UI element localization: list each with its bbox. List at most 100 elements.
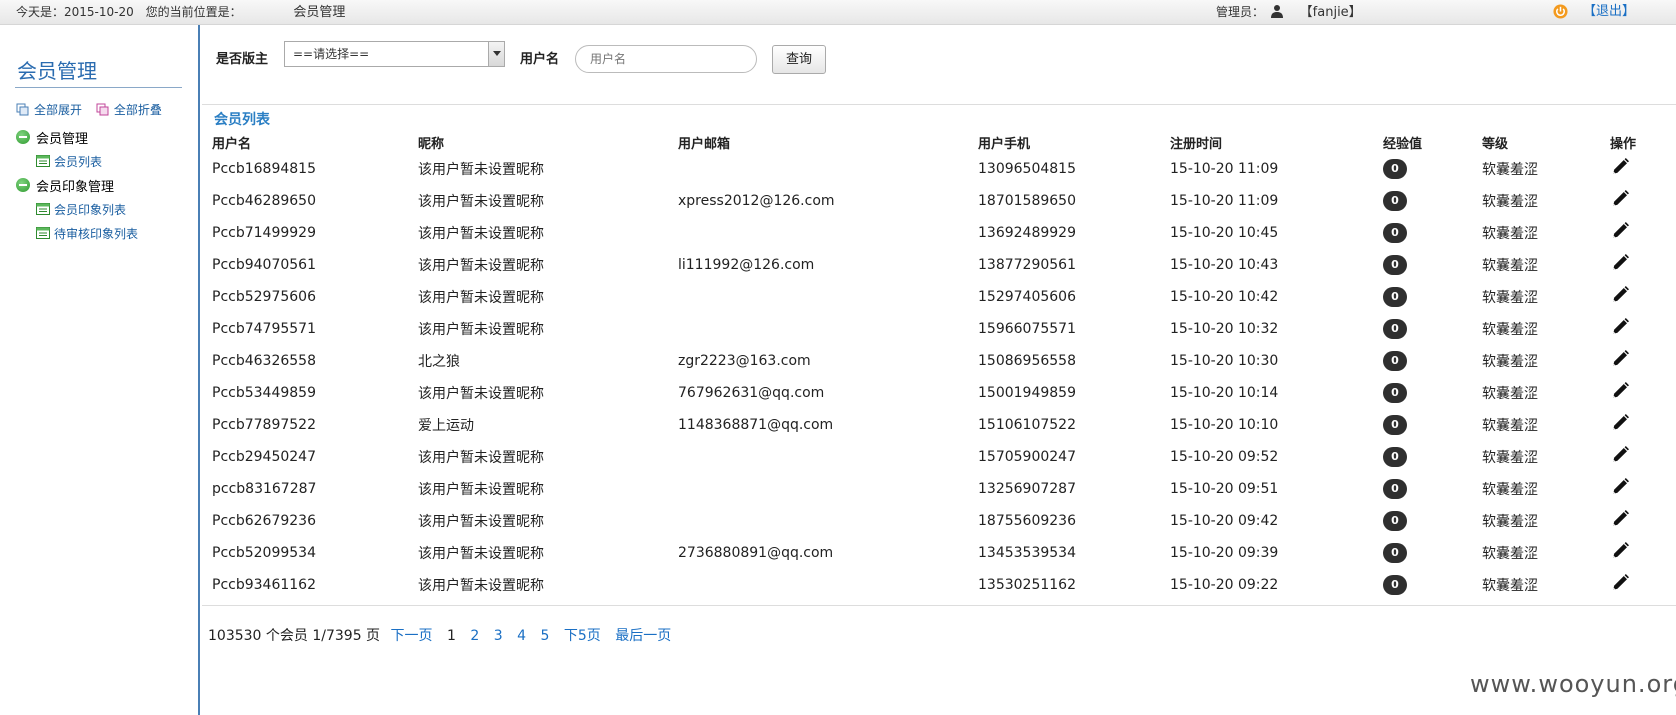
sidebar-item-member-list[interactable]: 会员列表	[36, 149, 138, 173]
edit-pencil-icon[interactable]	[1610, 189, 1630, 209]
page-link-3[interactable]: 3	[494, 628, 503, 644]
query-button[interactable]: 查询	[772, 45, 826, 74]
collapse-all-button[interactable]: 全部折叠	[96, 101, 162, 118]
level-cell: 软囊羞涩	[1482, 386, 1538, 402]
email-cell	[678, 313, 978, 345]
nickname-cell: 该用户暂未设置昵称	[418, 546, 544, 562]
column-header: 等级	[1482, 136, 1509, 152]
edit-pencil-icon[interactable]	[1610, 413, 1630, 433]
expand-all-button[interactable]: 全部展开	[16, 101, 82, 118]
table-row: Pccb52099534 该用户暂未设置昵称 2736880891@qq.com 13…	[212, 537, 1670, 569]
edit-pencil-icon[interactable]	[1610, 221, 1630, 241]
action-cell	[1610, 473, 1670, 505]
email-cell: 1148368871@qq.com	[678, 417, 834, 433]
experience-badge: 0	[1383, 415, 1407, 435]
experience-badge: 0	[1383, 287, 1407, 307]
chevron-down-icon[interactable]	[488, 42, 504, 66]
phone-cell: 15966075571	[978, 321, 1076, 337]
tree-node-label: 会员管理	[36, 131, 89, 147]
register-time-cell: 15-10-20 10:45	[1170, 225, 1279, 241]
moderator-select[interactable]: ==请选择==	[284, 41, 505, 67]
tree-node-member-management[interactable]: 会员管理	[16, 125, 138, 149]
username-label: 用户名	[520, 52, 560, 67]
sidebar: 会员管理 全部展开 全部折叠 会员管理 会员列表 会员印象管理 会员印象列表 待…	[0, 25, 200, 715]
experience-cell: 0	[1383, 249, 1482, 281]
experience-badge: 0	[1383, 575, 1407, 595]
logout-link[interactable]: 【退出】	[1583, 0, 1635, 24]
username-cell: Pccb74795571	[212, 321, 316, 337]
expand-all-icon	[16, 103, 29, 115]
action-cell	[1610, 281, 1670, 313]
level-cell: 软囊羞涩	[1482, 354, 1538, 370]
register-time-cell: 15-10-20 09:52	[1170, 449, 1279, 465]
nickname-cell: 该用户暂未设置昵称	[418, 386, 544, 402]
column-header: 经验值	[1383, 136, 1423, 152]
nickname-cell: 该用户暂未设置昵称	[418, 450, 544, 466]
table-row: Pccb71499929 该用户暂未设置昵称 13692489929 15-10-20…	[212, 217, 1670, 249]
next-page-link[interactable]: 下一页	[391, 628, 433, 644]
edit-pencil-icon[interactable]	[1610, 477, 1630, 497]
register-time-cell: 15-10-20 10:14	[1170, 385, 1279, 401]
edit-pencil-icon[interactable]	[1610, 381, 1630, 401]
nickname-cell: 该用户暂未设置昵称	[418, 258, 544, 274]
register-time-cell: 15-10-20 09:51	[1170, 481, 1279, 497]
edit-pencil-icon[interactable]	[1610, 573, 1630, 593]
column-header: 用户邮箱	[678, 136, 731, 152]
username-cell: Pccb52975606	[212, 289, 316, 305]
edit-pencil-icon[interactable]	[1610, 349, 1630, 369]
next-5-pages-link[interactable]: 下5页	[564, 628, 601, 644]
nickname-cell: 该用户暂未设置昵称	[418, 226, 544, 242]
column-header: 用户名	[212, 136, 252, 152]
username-cell: Pccb46289650	[212, 193, 316, 209]
edit-pencil-icon[interactable]	[1610, 317, 1630, 337]
edit-pencil-icon[interactable]	[1610, 509, 1630, 529]
tree-node-impression-management[interactable]: 会员印象管理	[16, 173, 138, 197]
power-icon[interactable]	[1553, 4, 1568, 19]
table-row: Pccb77897522 爱上运动 1148368871@qq.com 1510610…	[212, 409, 1670, 441]
nickname-cell: 该用户暂未设置昵称	[418, 290, 544, 306]
sidebar-item-pending-impression-list[interactable]: 待审核印象列表	[36, 221, 138, 245]
tree-node-label: 会员印象管理	[36, 179, 115, 195]
column-header: 用户手机	[978, 136, 1031, 152]
edit-pencil-icon[interactable]	[1610, 253, 1630, 273]
filter-bar: 是否版主 ==请选择== 用户名 查询	[202, 25, 1676, 105]
page-link-5[interactable]: 5	[540, 628, 549, 644]
collapse-all-label: 全部折叠	[113, 103, 162, 117]
list-page-icon	[36, 227, 50, 239]
page-link-4[interactable]: 4	[517, 628, 526, 644]
phone-cell: 15106107522	[978, 417, 1076, 433]
member-table: 用户名 昵称 用户邮箱 用户手机 注册时间 经验值 等级 操作 Pccb16894815 该用户…	[212, 131, 1670, 601]
action-cell	[1610, 185, 1670, 217]
watermark: www.wooyun.org	[1470, 670, 1676, 698]
edit-pencil-icon[interactable]	[1610, 445, 1630, 465]
table-row: Pccb52975606 该用户暂未设置昵称 15297405606 15-10-20…	[212, 281, 1670, 313]
phone-cell: 15705900247	[978, 449, 1076, 465]
level-cell: 软囊羞涩	[1482, 418, 1538, 434]
edit-pencil-icon[interactable]	[1610, 285, 1630, 305]
email-cell: 767962631@qq.com	[678, 385, 825, 401]
experience-cell: 0	[1383, 153, 1482, 185]
phone-cell: 13530251162	[978, 577, 1076, 593]
table-bottom-divider	[202, 605, 1676, 606]
admin-name: 【fanjie】	[1299, 5, 1362, 20]
username-input[interactable]	[575, 45, 757, 73]
register-time-cell: 15-10-20 09:39	[1170, 545, 1279, 561]
last-page-link[interactable]: 最后一页	[615, 628, 671, 644]
edit-pencil-icon[interactable]	[1610, 541, 1630, 561]
nickname-cell: 该用户暂未设置昵称	[418, 162, 544, 178]
level-cell: 软囊羞涩	[1482, 450, 1538, 466]
table-header-row: 用户名 昵称 用户邮箱 用户手机 注册时间 经验值 等级 操作	[212, 131, 1670, 153]
sidebar-item-label: 会员列表	[54, 154, 103, 169]
nickname-cell: 该用户暂未设置昵称	[418, 578, 544, 594]
sidebar-item-impression-list[interactable]: 会员印象列表	[36, 197, 138, 221]
edit-pencil-icon[interactable]	[1610, 157, 1630, 177]
action-cell	[1610, 569, 1670, 601]
table-row: Pccb74795571 该用户暂未设置昵称 15966075571 15-10-20…	[212, 313, 1670, 345]
action-cell	[1610, 505, 1670, 537]
level-cell: 软囊羞涩	[1482, 258, 1538, 274]
nickname-cell: 该用户暂未设置昵称	[418, 482, 544, 498]
level-cell: 软囊羞涩	[1482, 546, 1538, 562]
page-link-2[interactable]: 2	[470, 628, 479, 644]
table-row: Pccb29450247 该用户暂未设置昵称 15705900247 15-10-20…	[212, 441, 1670, 473]
register-time-cell: 15-10-20 10:10	[1170, 417, 1279, 433]
